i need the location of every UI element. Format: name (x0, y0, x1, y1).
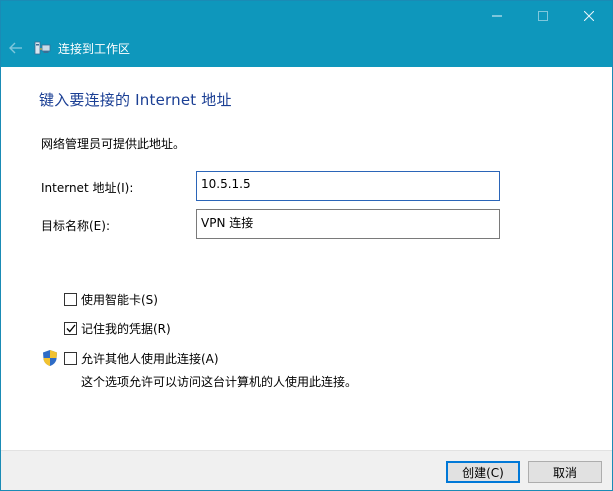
back-arrow-icon (9, 42, 22, 54)
create-button[interactable]: 创建(C) (446, 461, 520, 483)
dialog-footer: 创建(C) 取消 (1, 450, 612, 490)
remember-credentials-checkbox[interactable] (64, 322, 77, 335)
internet-address-label: Internet 地址(I): (41, 181, 134, 195)
window-title: 连接到工作区 (58, 41, 131, 56)
remember-credentials-option[interactable]: 记住我的凭据(R) (64, 320, 171, 337)
internet-address-input[interactable] (196, 171, 500, 201)
page-subtitle: 网络管理员可提供此地址。 (41, 137, 186, 151)
minimize-button[interactable] (474, 1, 520, 31)
connect-to-workplace-window: 连接到工作区 键入要连接的 Internet 地址 网络管理员可提供此地址。 I… (0, 0, 613, 491)
cancel-button[interactable]: 取消 (528, 461, 602, 483)
back-button[interactable] (1, 34, 31, 62)
network-connection-icon (34, 39, 52, 57)
page-heading: 键入要连接的 Internet 地址 (39, 91, 232, 109)
allow-others-label: 允许其他人使用此连接(A) (81, 351, 219, 366)
uac-shield-icon (41, 349, 59, 367)
checkmark-icon (66, 324, 76, 333)
window-controls (474, 1, 612, 31)
navigation-row: 连接到工作区 (1, 34, 130, 62)
close-button[interactable] (566, 1, 612, 31)
allow-others-option[interactable]: 允许其他人使用此连接(A) (41, 349, 219, 367)
minimize-icon (492, 15, 502, 17)
smart-card-option[interactable]: 使用智能卡(S) (64, 291, 158, 308)
smart-card-checkbox[interactable] (64, 293, 77, 306)
allow-others-checkbox[interactable] (64, 351, 77, 365)
remember-credentials-label: 记住我的凭据(R) (81, 322, 171, 336)
maximize-icon (538, 11, 548, 21)
allow-others-note: 这个选项允许可以访问这台计算机的人使用此连接。 (81, 375, 358, 389)
destination-name-label: 目标名称(E): (41, 219, 110, 233)
title-bar: 连接到工作区 (1, 1, 612, 67)
dialog-content: 键入要连接的 Internet 地址 网络管理员可提供此地址。 Internet… (1, 67, 612, 450)
maximize-button[interactable] (520, 1, 566, 31)
destination-name-input[interactable] (196, 209, 500, 239)
close-icon (584, 11, 594, 21)
smart-card-label: 使用智能卡(S) (81, 293, 158, 307)
